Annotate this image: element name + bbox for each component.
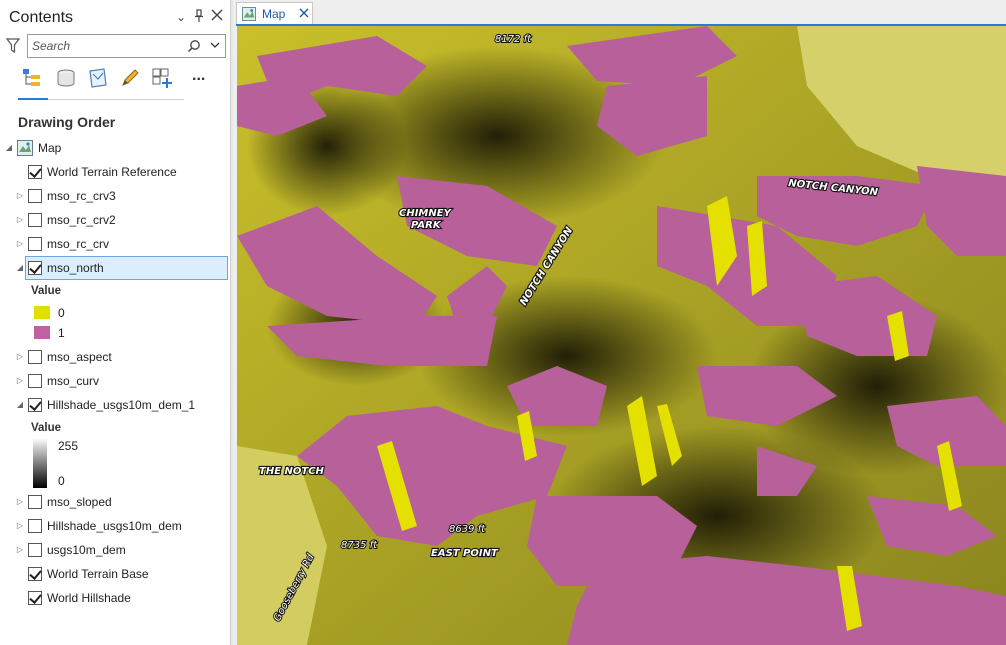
layer-label: World Hillshade bbox=[47, 591, 131, 605]
expand-arrow-icon[interactable]: ▷ bbox=[15, 238, 25, 250]
layer-hillshade-usgs10m-dem[interactable]: ▷ Hillshade_usgs10m_dem bbox=[0, 515, 231, 537]
layer-label: mso_aspect bbox=[47, 350, 112, 364]
layer-label: mso_sloped bbox=[47, 495, 112, 509]
legend-label-1: 1 bbox=[58, 326, 65, 340]
layer-mso-rc-crv2[interactable]: ▷ mso_rc_crv2 bbox=[0, 209, 231, 231]
layer-mso-north[interactable]: ◢ mso_north bbox=[0, 256, 231, 280]
chevron-down-icon[interactable]: ⌄ bbox=[174, 9, 188, 25]
layer-mso-sloped[interactable]: ▷ mso_sloped bbox=[0, 491, 231, 513]
map-root-item[interactable]: ◢ Map bbox=[0, 137, 231, 159]
layer-visibility-checkbox[interactable] bbox=[28, 398, 42, 412]
list-by-source-icon[interactable] bbox=[54, 66, 78, 90]
terrain-map[interactable]: 8172 ft NOTCH CANYON CHIMNEY PARK NOTCH … bbox=[237, 26, 1006, 645]
expand-arrow-icon[interactable]: ▷ bbox=[15, 351, 25, 363]
add-layer-icon[interactable] bbox=[150, 66, 174, 90]
map-icon bbox=[242, 7, 256, 21]
legend-swatch-1 bbox=[34, 326, 50, 339]
search-icon[interactable] bbox=[187, 39, 201, 53]
pin-icon[interactable] bbox=[192, 9, 206, 25]
close-icon[interactable] bbox=[210, 9, 224, 25]
collapse-arrow-icon[interactable]: ◢ bbox=[15, 399, 25, 411]
legend-min-label: 0 bbox=[58, 474, 65, 488]
layer-usgs10m-dem[interactable]: ▷ usgs10m_dem bbox=[0, 539, 231, 561]
list-by-selection-icon[interactable] bbox=[86, 66, 110, 90]
layer-mso-rc-crv[interactable]: ▷ mso_rc_crv bbox=[0, 233, 231, 255]
layer-visibility-checkbox[interactable] bbox=[28, 261, 42, 275]
tab-map-label: Map bbox=[262, 7, 286, 21]
expand-arrow-icon[interactable]: ▷ bbox=[15, 544, 25, 556]
tab-map[interactable]: Map bbox=[236, 2, 313, 25]
layer-mso-rc-crv3[interactable]: ▷ mso_rc_crv3 bbox=[0, 185, 231, 207]
layer-visibility-checkbox[interactable] bbox=[28, 350, 42, 364]
map-canvas[interactable]: 8172 ft NOTCH CANYON CHIMNEY PARK NOTCH … bbox=[237, 26, 1006, 645]
layer-label: Hillshade_usgs10m_dem_1 bbox=[47, 398, 196, 412]
place-label-park: PARK bbox=[411, 220, 442, 231]
legend-max-label: 255 bbox=[58, 439, 79, 453]
place-label-chimney: CHIMNEY bbox=[399, 208, 453, 219]
contents-pane: Contents ⌄ Search ... Drawing Order ◢ Ma… bbox=[0, 0, 231, 645]
place-label-the-notch: THE NOTCH bbox=[259, 466, 325, 477]
expand-arrow-icon[interactable]: ▷ bbox=[15, 214, 25, 226]
search-dropdown-icon[interactable] bbox=[210, 41, 222, 51]
map-icon bbox=[17, 140, 33, 156]
expand-arrow-icon[interactable]: ▷ bbox=[15, 375, 25, 387]
contents-header: Contents ⌄ bbox=[0, 0, 231, 34]
elevation-label-top: 8172 ft bbox=[495, 34, 532, 45]
layer-visibility-checkbox[interactable] bbox=[28, 543, 42, 557]
layer-label: mso_rc_crv bbox=[47, 237, 110, 251]
layer-world-terrain-base[interactable]: World Terrain Base bbox=[0, 563, 231, 585]
elevation-label-mid: 8639 ft bbox=[449, 524, 486, 535]
expand-arrow-icon[interactable]: ▷ bbox=[15, 190, 25, 202]
close-icon[interactable] bbox=[298, 7, 310, 21]
layer-visibility-checkbox[interactable] bbox=[28, 495, 42, 509]
layer-visibility-checkbox[interactable] bbox=[28, 567, 42, 581]
legend-value-title: Value bbox=[31, 285, 62, 297]
layer-world-hillshade[interactable]: World Hillshade bbox=[0, 587, 231, 609]
search-box bbox=[27, 34, 226, 58]
contents-title: Contents bbox=[9, 9, 74, 26]
map-view: Map 8172 ft NOTCH CANYON CHIMNEY PARK NO… bbox=[233, 0, 1006, 645]
layer-label: usgs10m_dem bbox=[47, 543, 126, 557]
layer-visibility-checkbox[interactable] bbox=[28, 591, 42, 605]
layer-visibility-checkbox[interactable] bbox=[28, 237, 42, 251]
layer-label: mso_curv bbox=[47, 374, 100, 388]
layer-label: Hillshade_usgs10m_dem bbox=[47, 519, 182, 533]
legend-gradient-ramp bbox=[33, 438, 47, 488]
layer-visibility-checkbox[interactable] bbox=[28, 165, 42, 179]
legend-value-title: Value bbox=[31, 422, 62, 434]
layer-visibility-checkbox[interactable] bbox=[28, 189, 42, 203]
search-input[interactable] bbox=[32, 38, 192, 54]
layer-mso-curv[interactable]: ▷ mso_curv bbox=[0, 370, 231, 392]
collapse-arrow-icon[interactable]: ◢ bbox=[15, 262, 25, 274]
layer-label: World Terrain Base bbox=[47, 567, 149, 581]
layer-label: World Terrain Reference bbox=[47, 165, 177, 179]
expand-arrow-icon[interactable]: ▷ bbox=[15, 520, 25, 532]
pencil-icon[interactable] bbox=[118, 66, 142, 90]
elevation-label-left: 8735 ft bbox=[341, 540, 378, 551]
layer-world-terrain-reference[interactable]: World Terrain Reference bbox=[0, 161, 231, 183]
layer-visibility-checkbox[interactable] bbox=[28, 213, 42, 227]
filter-icon[interactable] bbox=[5, 38, 21, 54]
list-by-drawing-order-icon[interactable] bbox=[20, 66, 44, 90]
layer-hillshade-usgs10m-dem-1[interactable]: ◢ Hillshade_usgs10m_dem_1 bbox=[0, 394, 231, 416]
place-label-east-point: EAST POINT bbox=[431, 548, 499, 559]
layer-mso-aspect[interactable]: ▷ mso_aspect bbox=[0, 346, 231, 368]
layer-label: mso_rc_crv3 bbox=[47, 189, 116, 203]
layer-visibility-checkbox[interactable] bbox=[28, 374, 42, 388]
layer-label: mso_north bbox=[47, 261, 104, 275]
contents-toolbar: ... bbox=[14, 64, 214, 100]
more-options-button[interactable]: ... bbox=[192, 66, 216, 90]
layer-label: mso_rc_crv2 bbox=[47, 213, 116, 227]
drawing-order-heading: Drawing Order bbox=[18, 114, 116, 130]
legend-label-0: 0 bbox=[58, 306, 65, 320]
collapse-arrow-icon[interactable]: ◢ bbox=[4, 142, 14, 154]
layer-visibility-checkbox[interactable] bbox=[28, 519, 42, 533]
active-tool-indicator bbox=[18, 98, 48, 100]
map-root-label: Map bbox=[38, 141, 62, 155]
legend-swatch-0 bbox=[34, 306, 50, 319]
expand-arrow-icon[interactable]: ▷ bbox=[15, 496, 25, 508]
